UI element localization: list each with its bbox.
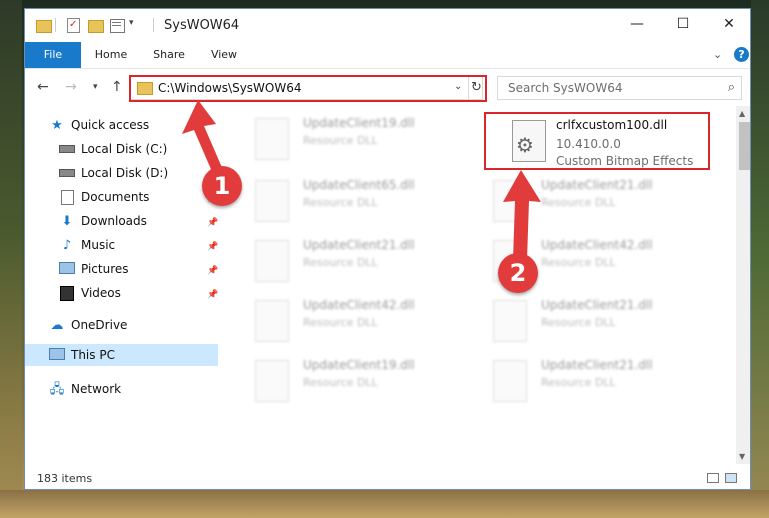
tab-file[interactable]: File xyxy=(25,42,81,68)
nav-item-network[interactable]: 🖧 Network xyxy=(49,378,121,400)
forward-arrow-icon[interactable]: → xyxy=(65,79,77,95)
nav-item-local-disk-c[interactable]: Local Disk (C:) xyxy=(59,138,167,160)
drive-icon xyxy=(59,142,75,158)
pin-icon[interactable]: 📌 xyxy=(207,290,218,300)
pin-icon[interactable]: 📌 xyxy=(207,266,218,276)
dll-file-icon xyxy=(255,240,289,282)
download-icon: ⬇ xyxy=(61,213,73,229)
nav-item-documents[interactable]: Documents xyxy=(59,186,149,208)
title-bar: ✓ ▾ SysWOW64 — ☐ ✕ xyxy=(25,9,750,42)
new-folder-icon[interactable] xyxy=(87,17,104,33)
minimize-button[interactable]: — xyxy=(614,9,660,39)
chevron-down-icon[interactable]: ▾ xyxy=(129,18,145,34)
close-button[interactable]: ✕ xyxy=(706,9,750,39)
network-icon: 🖧 xyxy=(49,381,65,397)
tab-view[interactable]: View xyxy=(201,42,247,68)
nav-item-local-disk-d[interactable]: Local Disk (D:) xyxy=(59,162,168,184)
file-tile[interactable]: UpdateClient19.dll Resource DLL xyxy=(231,354,451,412)
file-tile[interactable]: UpdateClient21.dll Resource DLL xyxy=(231,234,451,292)
details-view-icon[interactable] xyxy=(707,473,719,483)
file-highlight-box xyxy=(484,112,710,170)
file-tile[interactable]: UpdateClient21.dll Resource DLL xyxy=(469,354,689,412)
explorer-window: ✓ ▾ SysWOW64 — ☐ ✕ File Home Share View … xyxy=(24,8,751,490)
step-badge-2: 2 xyxy=(498,253,538,293)
pin-icon[interactable]: 📌 xyxy=(207,242,218,252)
dll-file-icon xyxy=(493,360,527,402)
star-icon: ★ xyxy=(51,117,63,133)
pin-icon[interactable]: 📌 xyxy=(207,218,218,228)
up-arrow-icon[interactable]: ↑ xyxy=(111,79,123,95)
drive-icon xyxy=(59,166,75,182)
help-icon[interactable]: ? xyxy=(734,47,749,62)
properties-icon[interactable]: ✓ xyxy=(65,17,81,33)
nav-item-this-pc[interactable]: This PC xyxy=(49,344,115,366)
nav-item-onedrive[interactable]: ☁ OneDrive xyxy=(49,314,128,336)
tab-home[interactable]: Home xyxy=(85,42,137,68)
arrow-to-file xyxy=(503,170,541,260)
ribbon-tabs: File Home Share View ⌄ ? xyxy=(25,42,750,69)
customize-toolbar-icon[interactable] xyxy=(109,17,125,33)
documents-icon xyxy=(59,189,75,206)
nav-item-pictures[interactable]: Pictures xyxy=(59,258,129,280)
nav-item-downloads[interactable]: ⬇ Downloads xyxy=(59,210,147,232)
dll-file-icon xyxy=(255,360,289,402)
item-count: 183 items xyxy=(37,472,93,485)
nav-item-quick-access[interactable]: ★ Quick access xyxy=(49,114,149,136)
music-icon: ♪ xyxy=(62,237,72,253)
dll-file-icon xyxy=(255,180,289,222)
scroll-thumb[interactable] xyxy=(739,122,750,170)
search-icon[interactable]: ⌕ xyxy=(728,80,735,95)
recent-locations-icon[interactable]: ▾ xyxy=(93,82,98,92)
dll-file-icon xyxy=(255,118,289,160)
large-icons-view-icon[interactable] xyxy=(725,473,737,483)
file-tile[interactable]: UpdateClient65.dll Resource DLL xyxy=(231,174,451,232)
back-arrow-icon[interactable]: ← xyxy=(37,79,49,95)
scroll-up-icon[interactable]: ▲ xyxy=(739,109,745,118)
videos-icon xyxy=(59,285,75,302)
file-tile[interactable]: UpdateClient21.dll Resource DLL xyxy=(469,294,689,352)
tab-share[interactable]: Share xyxy=(143,42,195,68)
file-tile[interactable]: UpdateClient19.dll Resource DLL xyxy=(231,112,451,170)
computer-icon xyxy=(49,347,65,364)
status-bar: 183 items xyxy=(25,467,750,489)
vertical-scrollbar[interactable]: ▲ ▼ xyxy=(736,106,750,464)
cloud-icon: ☁ xyxy=(50,317,64,333)
file-tile[interactable]: UpdateClient42.dll Resource DLL xyxy=(231,294,451,352)
nav-item-music[interactable]: ♪ Music xyxy=(59,234,115,256)
maximize-button[interactable]: ☐ xyxy=(660,9,706,39)
dll-file-icon xyxy=(255,300,289,342)
search-placeholder: Search SysWOW64 xyxy=(508,81,623,95)
window-title: SysWOW64 xyxy=(164,18,240,33)
folder-icon xyxy=(35,17,52,33)
nav-item-videos[interactable]: Videos xyxy=(59,282,121,304)
search-box[interactable]: Search SysWOW64 ⌕ xyxy=(497,76,742,100)
expand-ribbon-icon[interactable]: ⌄ xyxy=(713,48,722,61)
navigation-bar: ← → ▾ ↑ C:\Windows\SysWOW64 ⌄ ↻ Search S… xyxy=(25,69,750,105)
dll-file-icon xyxy=(493,300,527,342)
pictures-icon xyxy=(59,261,75,278)
step-badge-1: 1 xyxy=(202,166,242,206)
scroll-down-icon[interactable]: ▼ xyxy=(739,452,745,461)
